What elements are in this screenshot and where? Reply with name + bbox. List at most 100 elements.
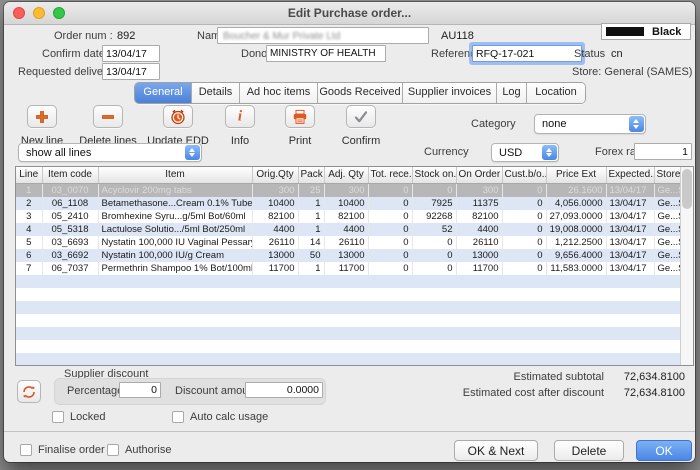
cell-code: 05_2410 bbox=[42, 210, 98, 223]
tab-location[interactable]: Location bbox=[527, 83, 585, 103]
cell-store: Ge...S) bbox=[654, 223, 681, 236]
empty-row bbox=[16, 327, 681, 340]
recalculate-discount-button[interactable] bbox=[17, 380, 41, 403]
cell-price: 11,583.0000 bbox=[546, 262, 606, 275]
auto-calc-usage-checkbox[interactable] bbox=[172, 411, 184, 423]
table-scrollbar[interactable] bbox=[680, 167, 693, 365]
cell-item: Lactulose Solutio.../5ml Bot/250ml bbox=[98, 223, 252, 236]
col-item[interactable]: Item bbox=[98, 167, 252, 183]
table-row[interactable]: 206_1108Betamethasone...Cream 0.1% Tube1… bbox=[16, 197, 681, 210]
table-row[interactable]: 706_7037Permethrin Shampoo 1% Bot/100ml1… bbox=[16, 262, 681, 275]
cell-pack: 50 bbox=[298, 249, 324, 262]
cell-line: 2 bbox=[16, 197, 42, 210]
col-line[interactable]: Line bbox=[16, 167, 42, 183]
cell-onorder: 11700 bbox=[456, 262, 502, 275]
col-expected[interactable]: Expected... bbox=[606, 167, 654, 183]
currency-dropdown[interactable]: USD bbox=[491, 143, 559, 162]
empty-row bbox=[16, 288, 681, 301]
tab-goods-received[interactable]: Goods Received bbox=[318, 83, 403, 103]
cell-custbo: 0 bbox=[502, 262, 546, 275]
category-value: none bbox=[542, 118, 566, 130]
cell-onorder: 26110 bbox=[456, 236, 502, 249]
table-row[interactable]: 503_6693Nystatin 100,000 IU Vaginal Pess… bbox=[16, 236, 681, 249]
requested-delivery-field[interactable] bbox=[102, 63, 160, 80]
reference-field[interactable] bbox=[472, 45, 582, 62]
authorise-checkbox[interactable] bbox=[107, 444, 119, 456]
col-price-ext[interactable]: Price Ext bbox=[546, 167, 606, 183]
col-orig-qty[interactable]: Orig.Qty bbox=[252, 167, 298, 183]
category-dropdown[interactable]: none bbox=[534, 114, 646, 134]
cell-stock: 0 bbox=[412, 236, 456, 249]
col-stock-on-hand[interactable]: Stock on... bbox=[412, 167, 456, 183]
col-cust-backorder[interactable]: Cust.b/o... bbox=[502, 167, 546, 183]
percentage-field[interactable] bbox=[119, 382, 161, 398]
cell-pack: 1 bbox=[298, 197, 324, 210]
col-adj-qty[interactable]: Adj. Qty bbox=[324, 167, 368, 183]
col-store[interactable]: Store: bbox=[654, 167, 681, 183]
footer-divider bbox=[4, 431, 695, 432]
confirm-button[interactable]: Confirm bbox=[321, 105, 401, 147]
estimated-subtotal-value: 72,634.8100 bbox=[604, 371, 685, 383]
cell-line: 7 bbox=[16, 262, 42, 275]
donor-field[interactable] bbox=[266, 45, 386, 62]
cell-tot: 0 bbox=[368, 183, 412, 197]
order-num-label: Order num : bbox=[54, 30, 113, 42]
estimated-cost-after-discount-value: 72,634.8100 bbox=[604, 387, 685, 399]
delete-button[interactable]: Delete bbox=[554, 440, 624, 461]
titlebar[interactable]: Edit Purchase order... bbox=[4, 2, 695, 25]
cell-adj: 26110 bbox=[324, 236, 368, 249]
cell-expected: 13/04/17 bbox=[606, 223, 654, 236]
col-item-code[interactable]: Item code bbox=[42, 167, 98, 183]
ok-button[interactable]: OK bbox=[636, 440, 692, 461]
cell-item: Nystatin 100,000 IU/g Cream bbox=[98, 249, 252, 262]
colour-indicator[interactable]: Black bbox=[601, 23, 691, 40]
scrollbar-thumb[interactable] bbox=[682, 169, 692, 209]
cell-adj: 82100 bbox=[324, 210, 368, 223]
cell-store: Ge...S) bbox=[654, 183, 681, 197]
authorise-label: Authorise bbox=[125, 444, 171, 456]
tab-supplier-invoices[interactable]: Supplier invoices bbox=[403, 83, 497, 103]
table-row[interactable]: 405_5318Lactulose Solutio.../5ml Bot/250… bbox=[16, 223, 681, 236]
cell-orig: 82100 bbox=[252, 210, 298, 223]
name-field[interactable]: Boucher & Mur Private Ltd bbox=[217, 27, 429, 44]
colour-swatch bbox=[606, 27, 644, 36]
show-lines-value: show all lines bbox=[26, 147, 91, 159]
empty-row bbox=[16, 314, 681, 327]
confirm-date-field[interactable] bbox=[102, 45, 160, 62]
cell-onorder: 11375 bbox=[456, 197, 502, 210]
col-on-order[interactable]: On Order bbox=[456, 167, 502, 183]
tab-log[interactable]: Log bbox=[497, 83, 527, 103]
forex-rate-field[interactable] bbox=[634, 143, 692, 160]
order-num-value: 892 bbox=[117, 30, 135, 42]
locked-checkbox[interactable] bbox=[52, 411, 64, 423]
tab-general[interactable]: General bbox=[135, 83, 192, 103]
delete-lines-button[interactable]: Delete lines bbox=[68, 105, 148, 147]
cell-custbo: 0 bbox=[502, 197, 546, 210]
status-label: Status bbox=[574, 48, 605, 60]
col-tot-received[interactable]: Tot. rece... bbox=[368, 167, 412, 183]
show-lines-dropdown[interactable]: show all lines bbox=[18, 143, 202, 162]
estimated-subtotal-label: Estimated subtotal bbox=[354, 371, 604, 383]
cell-item: Nystatin 100,000 IU Vaginal Pessary bbox=[98, 236, 252, 249]
name-value: Boucher & Mur Private Ltd bbox=[223, 31, 340, 42]
cell-store: Ge...S) bbox=[654, 197, 681, 210]
cell-price: 1,212.2500 bbox=[546, 236, 606, 249]
empty-row bbox=[16, 340, 681, 353]
cell-expected: 13/04/17 bbox=[606, 183, 654, 197]
table-header-row[interactable]: Line Item code Item Orig.Qty Pack Adj. Q… bbox=[16, 167, 681, 183]
requested-delivery-label: Requested delivery: bbox=[18, 66, 115, 78]
ok-next-button[interactable]: OK & Next bbox=[454, 440, 538, 461]
table-row[interactable]: 305_2410Bromhexine Syru...g/5ml Bot/60ml… bbox=[16, 210, 681, 223]
cell-pack: 1 bbox=[298, 210, 324, 223]
tab-ad-hoc-items[interactable]: Ad hoc items bbox=[240, 83, 318, 103]
table-row[interactable]: 603_6692Nystatin 100,000 IU/g Cream13000… bbox=[16, 249, 681, 262]
cell-stock: 0 bbox=[412, 262, 456, 275]
col-pack[interactable]: Pack bbox=[298, 167, 324, 183]
category-label: Category bbox=[471, 118, 516, 130]
tab-details[interactable]: Details bbox=[192, 83, 240, 103]
currency-value: USD bbox=[499, 147, 522, 159]
cell-orig: 4400 bbox=[252, 223, 298, 236]
table-row[interactable]: 103_0070Acyclovir 200mg tabs300253000030… bbox=[16, 183, 681, 197]
cell-price: 4,056.0000 bbox=[546, 197, 606, 210]
finalise-order-checkbox[interactable] bbox=[20, 444, 32, 456]
